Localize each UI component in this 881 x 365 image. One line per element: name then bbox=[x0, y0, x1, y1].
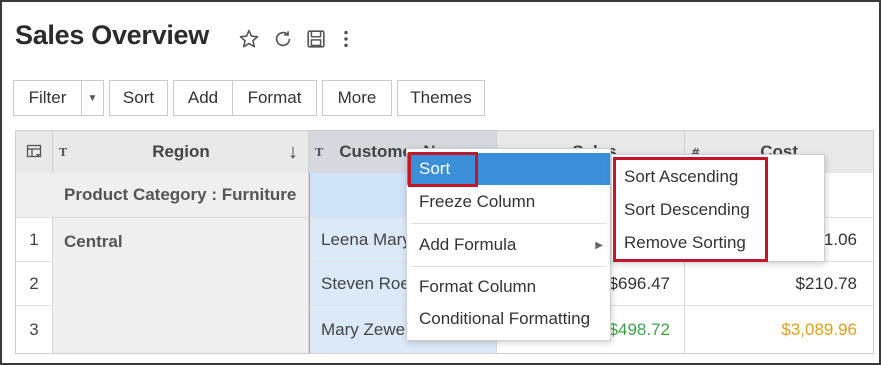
cost-cell[interactable]: $210.78 bbox=[685, 262, 873, 306]
column-header-region[interactable]: T Region ↓ bbox=[53, 131, 309, 173]
format-button[interactable]: Format bbox=[233, 80, 317, 116]
highlight-submenu-box bbox=[613, 157, 768, 262]
window-frame: Sales Overview Filter ▼ Sort Add Format … bbox=[0, 0, 881, 365]
refresh-icon[interactable] bbox=[272, 28, 294, 50]
menu-item-add-formula[interactable]: Add Formula ▶ bbox=[407, 229, 610, 261]
menu-item-conditional-formatting[interactable]: Conditional Formatting bbox=[407, 303, 610, 335]
menu-item-label: Add Formula bbox=[419, 235, 517, 254]
themes-button[interactable]: Themes bbox=[397, 80, 485, 116]
more-button[interactable]: More bbox=[322, 80, 392, 116]
save-icon[interactable] bbox=[305, 28, 327, 50]
text-type-icon: T bbox=[59, 145, 68, 159]
cost-cell[interactable]: $3,089.96 bbox=[685, 306, 873, 353]
column-settings-icon[interactable] bbox=[16, 131, 53, 173]
highlight-sort-box bbox=[408, 152, 478, 187]
row-number: 2 bbox=[16, 262, 53, 306]
menu-separator bbox=[411, 266, 606, 267]
menu-item-format-column[interactable]: Format Column bbox=[407, 271, 610, 303]
kebab-icon[interactable] bbox=[335, 28, 357, 50]
row-number: 3 bbox=[16, 306, 53, 353]
region-cell: Central bbox=[53, 218, 309, 353]
chevron-right-icon: ▶ bbox=[595, 239, 603, 251]
filter-dropdown-button[interactable]: ▼ bbox=[82, 80, 104, 116]
caret-down-icon: ▼ bbox=[87, 92, 98, 104]
text-type-icon: T bbox=[315, 145, 324, 159]
menu-separator bbox=[411, 223, 606, 224]
page-title: Sales Overview bbox=[15, 20, 209, 50]
menu-item-freeze-column[interactable]: Freeze Column bbox=[407, 186, 610, 218]
group-header: Product Category : Furniture bbox=[16, 173, 309, 218]
filter-button[interactable]: Filter bbox=[13, 80, 82, 116]
add-button[interactable]: Add bbox=[173, 80, 233, 116]
row-number: 1 bbox=[16, 218, 53, 262]
star-icon[interactable] bbox=[238, 28, 260, 50]
column-label: Region bbox=[152, 142, 210, 161]
sort-button[interactable]: Sort bbox=[109, 80, 168, 116]
sort-descending-icon[interactable]: ↓ bbox=[288, 141, 298, 164]
